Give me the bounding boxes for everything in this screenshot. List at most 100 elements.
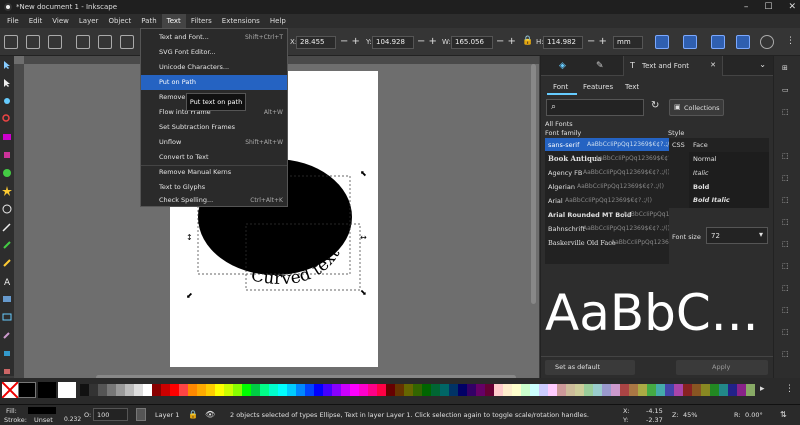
menu-extensions[interactable]: Extensions [217, 14, 265, 28]
black-swatch[interactable] [18, 382, 36, 398]
more-options-icon[interactable]: ⋮ [786, 36, 795, 46]
opacity-field[interactable]: 100 [93, 408, 128, 421]
font-row[interactable]: Algerian AaBbCcIiPpQq12369$€¢?.;/() [545, 180, 669, 193]
rotation-snap-icon[interactable]: ⬚ [782, 284, 793, 295]
flip-horizontal-icon[interactable] [120, 35, 134, 49]
select-all-layers-icon[interactable] [26, 35, 40, 49]
swatch[interactable] [611, 384, 620, 396]
w-field[interactable]: 165.056 [451, 36, 493, 49]
cusp-snap-icon[interactable]: ⬚ [782, 218, 793, 229]
style-normal[interactable]: Normal [693, 155, 717, 163]
tweak-tool-icon[interactable] [2, 96, 12, 106]
pencil-tool-icon[interactable] [2, 222, 12, 232]
swatch[interactable] [215, 384, 224, 396]
menu-item-unicode-characters[interactable]: Unicode Characters... [141, 60, 287, 75]
swatch[interactable] [269, 384, 278, 396]
swatch[interactable] [242, 384, 251, 396]
menu-object[interactable]: Object [103, 14, 136, 28]
swatch[interactable] [458, 384, 467, 396]
menu-item-svg-font-editor[interactable]: SVG Font Editor... [141, 45, 287, 60]
swatch[interactable] [152, 384, 161, 396]
menu-item-convert-to-text[interactable]: Convert to Text [141, 150, 287, 165]
stroke-value[interactable]: Unset [34, 416, 53, 424]
font-size-combo[interactable]: 72 ▾ [706, 227, 768, 244]
rotate-stepper-icon[interactable]: ⇅ [780, 410, 787, 419]
swatch[interactable] [701, 384, 710, 396]
swatch[interactable] [359, 384, 368, 396]
collections-button[interactable]: ▣ Collections [669, 99, 724, 116]
menu-help[interactable]: Help [265, 14, 291, 28]
h-stepper[interactable]: − + [587, 36, 607, 47]
minimize-icon[interactable]: – [744, 2, 749, 12]
swatch[interactable] [404, 384, 413, 396]
center-snap-icon[interactable]: ⬚ [782, 262, 793, 273]
paint-bucket-tool-icon[interactable] [2, 348, 12, 358]
swatch[interactable] [422, 384, 431, 396]
rotate-value[interactable]: 0.00° [745, 411, 763, 419]
scale-stroke-icon[interactable] [655, 35, 669, 49]
gradient-tool-icon[interactable] [2, 294, 12, 304]
intersection-snap-icon[interactable]: ⬚ [782, 196, 793, 207]
swatch[interactable] [512, 384, 521, 396]
h-field[interactable]: 114.982 [543, 36, 583, 49]
pen-icon[interactable]: ✎ [596, 61, 604, 71]
menu-path[interactable]: Path [136, 14, 161, 28]
font-row-selected[interactable]: sans-serif AaBbCcIiPpQq12369$€¢?.;/() [545, 138, 669, 151]
calligraphy-tool-icon[interactable] [2, 258, 12, 268]
swatch[interactable] [296, 384, 305, 396]
swatch[interactable] [719, 384, 728, 396]
x-field[interactable]: 28.455 [296, 36, 336, 49]
tab-text-and-font[interactable]: T Text and Font ✕ [623, 56, 723, 76]
swatch[interactable] [251, 384, 260, 396]
vertical-scrollbar[interactable] [531, 64, 536, 304]
fill-indicator[interactable] [28, 407, 56, 414]
swatch[interactable] [593, 384, 602, 396]
snap-icon[interactable]: ⊞ [782, 64, 793, 75]
spiral-tool-icon[interactable] [2, 204, 12, 214]
swatch[interactable] [503, 384, 512, 396]
box3d-tool-icon[interactable] [2, 150, 12, 160]
tab-font[interactable]: Font [553, 83, 568, 91]
mesh-tool-icon[interactable] [2, 312, 12, 322]
y-field[interactable]: 104.928 [372, 36, 414, 49]
swatch[interactable] [665, 384, 674, 396]
chevron-down-icon[interactable]: ⌄ [759, 60, 766, 69]
swatch[interactable] [197, 384, 206, 396]
font-row[interactable]: Arial Rounded MT Bold AaBbCcIiPpQq12369$… [545, 208, 669, 221]
swatch[interactable] [449, 384, 458, 396]
swatch[interactable] [224, 384, 233, 396]
menu-layer[interactable]: Layer [74, 14, 104, 28]
swatch[interactable] [566, 384, 575, 396]
swatch[interactable] [476, 384, 485, 396]
menu-item-text-and-font[interactable]: Text and Font... Shift+Ctrl+T [141, 30, 287, 45]
swatch[interactable] [575, 384, 584, 396]
swatch[interactable] [683, 384, 692, 396]
font-row[interactable]: Book Antiqua AaBbCcIiPpQq12369$€¢?.;/() [545, 152, 669, 165]
swatch[interactable] [602, 384, 611, 396]
black-swatch-2[interactable] [38, 382, 56, 398]
set-as-default-button[interactable]: Set as default [545, 360, 635, 375]
layer-toggle[interactable] [136, 408, 146, 421]
menu-file[interactable]: File [2, 14, 24, 28]
eraser-tool-icon[interactable] [2, 366, 12, 376]
apply-button[interactable]: Apply [676, 360, 768, 375]
swatch[interactable] [233, 384, 242, 396]
swatch[interactable] [656, 384, 665, 396]
maximize-icon[interactable]: ☐ [764, 2, 772, 12]
swatch[interactable] [710, 384, 719, 396]
swatch[interactable] [287, 384, 296, 396]
x-stepper[interactable]: − + [340, 36, 360, 47]
swatch[interactable] [485, 384, 494, 396]
text-baseline-snap-icon[interactable]: ⬚ [782, 306, 793, 317]
node-snap-icon[interactable]: ⬚ [782, 152, 793, 163]
swatch[interactable] [584, 384, 593, 396]
tab-features[interactable]: Features [583, 83, 613, 91]
swatch[interactable] [332, 384, 341, 396]
style-italic[interactable]: Italic [693, 169, 709, 177]
swatch[interactable] [674, 384, 683, 396]
ellipse-tool-icon[interactable] [2, 168, 12, 178]
swatch[interactable] [368, 384, 377, 396]
move-patterns-icon[interactable] [736, 35, 750, 49]
swatch[interactable] [557, 384, 566, 396]
zoom-value[interactable]: 45% [683, 411, 697, 419]
